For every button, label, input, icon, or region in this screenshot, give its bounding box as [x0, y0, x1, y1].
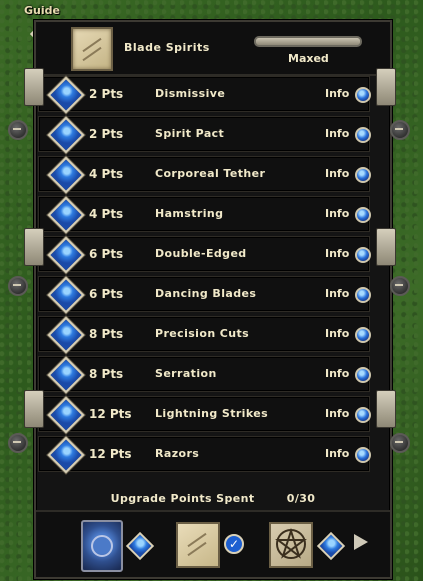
gem-icon[interactable]	[47, 396, 85, 434]
row-points: 4 Pts	[89, 207, 124, 221]
spellbook-symbol	[91, 535, 113, 557]
left-tab	[24, 390, 44, 428]
gem-icon[interactable]	[316, 531, 346, 561]
left-knob[interactable]	[8, 276, 28, 296]
right-tab	[376, 390, 396, 428]
gem-icon[interactable]	[47, 316, 85, 354]
info-gem-icon[interactable]	[355, 167, 371, 183]
row-points: 4 Pts	[89, 167, 124, 181]
info-gem-icon[interactable]	[355, 87, 371, 103]
gem-icon[interactable]	[47, 196, 85, 234]
info-gem-icon[interactable]	[355, 327, 371, 343]
info-button[interactable]: Info	[325, 127, 349, 140]
skill-title: Blade Spirits	[124, 41, 210, 54]
upgrade-row[interactable]: 2 Pts Spirit Pact Info	[38, 116, 371, 154]
right-tab	[376, 228, 396, 266]
upgrade-row[interactable]: 12 Pts Lightning Strikes Info	[38, 396, 371, 434]
scroll-icon	[71, 27, 113, 71]
left-knob[interactable]	[8, 120, 28, 140]
info-button[interactable]: Info	[325, 167, 349, 180]
footer-value: 0/30	[286, 492, 316, 505]
right-tab	[376, 68, 396, 106]
gem-icon[interactable]	[47, 116, 85, 154]
upgrade-row[interactable]: 6 Pts Double-Edged Info	[38, 236, 371, 274]
upgrade-points-spent: Upgrade Points Spent 0/30	[36, 492, 390, 505]
info-gem-icon[interactable]	[355, 407, 371, 423]
info-button[interactable]: Info	[325, 287, 349, 300]
info-button[interactable]: Info	[325, 367, 349, 380]
row-name: Hamstring	[155, 207, 224, 220]
row-name: Razors	[155, 447, 200, 460]
info-gem-icon[interactable]	[355, 127, 371, 143]
row-name: Spirit Pact	[155, 127, 225, 140]
arrow-right-icon[interactable]	[354, 534, 368, 550]
gem-icon[interactable]	[47, 156, 85, 194]
row-name: Serration	[155, 367, 217, 380]
row-name: Dancing Blades	[155, 287, 257, 300]
header: Blade Spirits Maxed	[36, 22, 390, 76]
gem-icon[interactable]	[47, 236, 85, 274]
info-gem-icon[interactable]	[355, 207, 371, 223]
gem-icon[interactable]	[47, 276, 85, 314]
info-gem-icon[interactable]	[355, 447, 371, 463]
upgrade-row[interactable]: 8 Pts Precision Cuts Info	[38, 316, 371, 354]
gem-icon[interactable]	[47, 436, 85, 474]
row-points: 2 Pts	[89, 127, 124, 141]
gem-icon[interactable]	[47, 76, 85, 114]
row-points: 8 Pts	[89, 327, 124, 341]
row-name: Corporeal Tether	[155, 167, 266, 180]
left-tab	[24, 228, 44, 266]
right-knob[interactable]	[390, 120, 410, 140]
row-points: 12 Pts	[89, 407, 132, 421]
bottom-toolbar: ✓	[36, 510, 390, 577]
row-name: Lightning Strikes	[155, 407, 269, 420]
info-button[interactable]: Info	[325, 247, 349, 260]
left-knob[interactable]	[8, 433, 28, 453]
upgrade-row[interactable]: 6 Pts Dancing Blades Info	[38, 276, 371, 314]
scroll-icon[interactable]	[176, 522, 220, 568]
row-points: 12 Pts	[89, 447, 132, 461]
upgrade-panel: Blade Spirits Maxed 2 Pts Dismissive Inf…	[34, 20, 392, 579]
row-points: 6 Pts	[89, 287, 124, 301]
row-points: 8 Pts	[89, 367, 124, 381]
info-gem-icon[interactable]	[355, 247, 371, 263]
row-points: 6 Pts	[89, 247, 124, 261]
upgrade-row[interactable]: 12 Pts Razors Info	[38, 436, 371, 474]
pentagram-shape	[275, 527, 307, 559]
row-name: Double-Edged	[155, 247, 247, 260]
right-knob[interactable]	[390, 433, 410, 453]
info-button[interactable]: Info	[325, 447, 349, 460]
checkmark-icon[interactable]: ✓	[224, 534, 244, 554]
pentagram-icon[interactable]	[269, 522, 313, 568]
info-button[interactable]: Info	[325, 407, 349, 420]
gem-icon[interactable]	[47, 356, 85, 394]
info-gem-icon[interactable]	[355, 287, 371, 303]
upgrade-row[interactable]: 2 Pts Dismissive Info	[38, 76, 371, 114]
guide-label[interactable]: Guide	[24, 4, 60, 17]
status-label: Maxed	[288, 52, 329, 65]
left-tab	[24, 68, 44, 106]
progress-bar	[254, 36, 362, 47]
upgrade-row[interactable]: 4 Pts Hamstring Info	[38, 196, 371, 234]
info-gem-icon[interactable]	[355, 367, 371, 383]
footer-label: Upgrade Points Spent	[110, 492, 255, 505]
row-name: Dismissive	[155, 87, 226, 100]
info-button[interactable]: Info	[325, 327, 349, 340]
progress-fill	[256, 38, 360, 45]
row-points: 2 Pts	[89, 87, 124, 101]
gem-icon[interactable]	[125, 531, 155, 561]
spellbook-icon[interactable]	[81, 520, 123, 572]
upgrade-row[interactable]: 4 Pts Corporeal Tether Info	[38, 156, 371, 194]
upgrade-row[interactable]: 8 Pts Serration Info	[38, 356, 371, 394]
row-name: Precision Cuts	[155, 327, 250, 340]
right-knob[interactable]	[390, 276, 410, 296]
info-button[interactable]: Info	[325, 207, 349, 220]
info-button[interactable]: Info	[325, 87, 349, 100]
